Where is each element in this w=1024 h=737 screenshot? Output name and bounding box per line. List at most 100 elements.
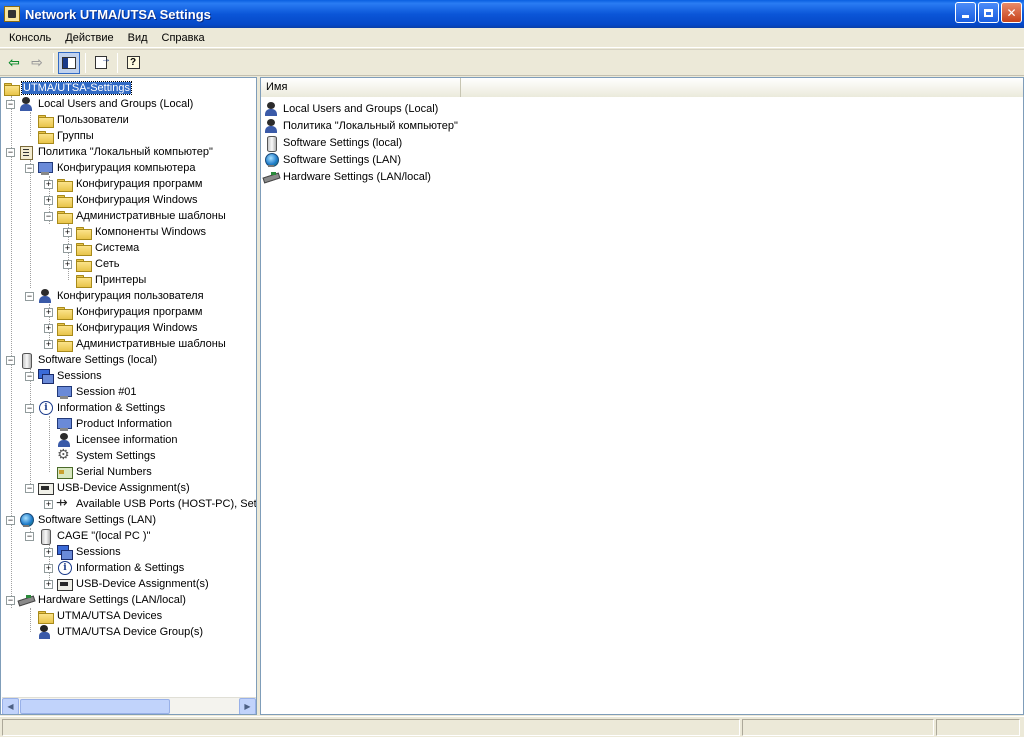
tree-item-session-01[interactable]: Session #01: [44, 384, 138, 400]
maximize-button[interactable]: [978, 2, 999, 23]
tree-item-cage-local-pc[interactable]: − CAGE "(local PC )": [25, 528, 151, 545]
expand-toggle[interactable]: +: [44, 195, 53, 205]
tree-item-system[interactable]: + Система: [63, 240, 140, 256]
tree-item-system-settings[interactable]: System Settings: [44, 447, 156, 464]
collapse-toggle[interactable]: −: [6, 515, 15, 525]
tree-item-user-software-config[interactable]: + Конфигурация программ: [44, 304, 203, 320]
tree-item-hardware-settings[interactable]: − Hardware Settings (LAN/local): [6, 592, 187, 608]
tree-item-windows-components[interactable]: + Компоненты Windows: [63, 224, 207, 240]
expand-toggle[interactable]: +: [44, 323, 53, 333]
collapse-toggle[interactable]: −: [25, 483, 34, 493]
column-header-name[interactable]: Имя: [261, 78, 461, 97]
tree-item-lan-sessions[interactable]: + Sessions: [44, 544, 122, 560]
toolbar-separator: [53, 52, 54, 73]
tree-item-groups[interactable]: Группы: [25, 128, 95, 144]
menu-help[interactable]: Справка: [155, 30, 212, 46]
list-pane[interactable]: Имя Local Users and Groups (Local) Полит…: [260, 77, 1024, 715]
folder-icon: [56, 176, 73, 192]
folder-icon: [75, 272, 92, 288]
menu-action[interactable]: Действие: [58, 30, 120, 46]
collapse-toggle[interactable]: −: [25, 403, 34, 413]
tree-item-sessions[interactable]: − Sessions: [25, 368, 103, 384]
close-button[interactable]: ✕: [1001, 2, 1022, 23]
expand-toggle[interactable]: +: [44, 499, 53, 509]
list-item[interactable]: Политика "Локальный компьютер": [263, 117, 459, 134]
tree-item-licensee-info[interactable]: Licensee information: [44, 432, 179, 448]
tree-pane[interactable]: UTMA/UTSA-Settings − Local Users and Gro…: [0, 77, 257, 715]
tree-item-label: USB-Device Assignment(s): [76, 578, 209, 590]
expand-toggle[interactable]: +: [63, 259, 72, 269]
users-icon: [18, 96, 34, 112]
disk-icon: [37, 528, 53, 545]
collapse-toggle[interactable]: −: [25, 371, 34, 381]
scroll-left-button[interactable]: ◀: [2, 698, 19, 714]
expand-toggle[interactable]: +: [44, 179, 53, 189]
tree-item-admin-templates[interactable]: − Административные шаблоны: [44, 208, 227, 224]
expand-toggle[interactable]: +: [63, 227, 72, 237]
folder-open-icon: [3, 80, 20, 96]
minimize-button[interactable]: [955, 2, 976, 23]
back-button[interactable]: ⇦: [3, 52, 25, 74]
tree-item-lan-info-settings[interactable]: + Information & Settings: [44, 560, 185, 576]
list-item[interactable]: Software Settings (local): [263, 134, 403, 152]
tree-item-usb-ports[interactable]: + Available USB Ports (HOST-PC), Sett: [44, 495, 256, 512]
title-bar[interactable]: Network UTMA/UTSA Settings ✕: [0, 0, 1024, 28]
tree-item-printers[interactable]: Принтеры: [63, 272, 147, 288]
help-button[interactable]: ?: [122, 52, 144, 74]
collapse-toggle[interactable]: −: [6, 99, 15, 109]
tree-root[interactable]: UTMA/UTSA-Settings: [3, 80, 132, 96]
tree-item-software-config[interactable]: + Конфигурация программ: [44, 176, 203, 192]
tree-item-label: UTMA/UTSA Device Group(s): [57, 626, 204, 638]
horizontal-scrollbar[interactable]: ◀ ▶: [2, 697, 256, 714]
tree-item-user-windows-config[interactable]: + Конфигурация Windows: [44, 320, 199, 336]
scrollbar-thumb[interactable]: [20, 699, 170, 714]
list-item[interactable]: Software Settings (LAN): [263, 151, 402, 168]
tree-item-product-info[interactable]: Product Information: [44, 416, 173, 432]
collapse-toggle[interactable]: −: [25, 163, 34, 173]
forward-button[interactable]: ⇨: [26, 52, 48, 74]
globe-icon: [263, 152, 279, 168]
scroll-right-icon: ▶: [244, 702, 251, 711]
tree-item-local-policy[interactable]: − Политика "Локальный компьютер": [6, 144, 214, 160]
export-list-button[interactable]: [90, 52, 112, 74]
tree-item-network[interactable]: + Сеть: [63, 256, 120, 272]
usb-device-icon: [37, 480, 54, 496]
expand-toggle[interactable]: +: [44, 307, 53, 317]
tree-item-serial-numbers[interactable]: Serial Numbers: [44, 464, 153, 480]
expand-toggle[interactable]: +: [44, 563, 53, 573]
tree-item-software-settings-lan[interactable]: − Software Settings (LAN): [6, 512, 157, 528]
tree-item-computer-config[interactable]: − Конфигурация компьютера: [25, 160, 196, 176]
list-item[interactable]: Hardware Settings (LAN/local): [263, 168, 432, 185]
collapse-toggle[interactable]: −: [6, 595, 15, 605]
collapse-toggle[interactable]: −: [25, 291, 34, 301]
tree-item-utma-device-groups[interactable]: UTMA/UTSA Device Group(s): [25, 624, 204, 640]
tree-item-usb-assignment[interactable]: − USB-Device Assignment(s): [25, 480, 191, 496]
app-icon[interactable]: [4, 6, 20, 22]
tree-item-label: Административные шаблоны: [76, 338, 226, 350]
menu-view[interactable]: Вид: [121, 30, 155, 46]
show-hide-tree-button[interactable]: [58, 51, 80, 74]
expand-toggle[interactable]: +: [44, 547, 53, 557]
gear-icon: [56, 447, 72, 464]
expand-toggle[interactable]: +: [63, 243, 72, 253]
expand-toggle[interactable]: +: [44, 579, 53, 589]
tree-item-lan-usb-assignment[interactable]: + USB-Device Assignment(s): [44, 576, 210, 592]
collapse-toggle[interactable]: −: [6, 355, 15, 365]
collapse-toggle[interactable]: −: [25, 531, 34, 541]
tree-item-utma-devices[interactable]: UTMA/UTSA Devices: [25, 608, 163, 624]
tree-item-user-config[interactable]: − Конфигурация пользователя: [25, 288, 205, 304]
tree-item-users[interactable]: Пользователи: [25, 112, 130, 128]
tree-item-local-users[interactable]: − Local Users and Groups (Local): [6, 96, 194, 112]
collapse-toggle[interactable]: −: [44, 211, 53, 221]
list-item[interactable]: Local Users and Groups (Local): [263, 100, 439, 117]
tree-item-info-settings[interactable]: − Information & Settings: [25, 400, 166, 416]
tree-item-windows-config[interactable]: + Конфигурация Windows: [44, 192, 199, 208]
expand-toggle[interactable]: +: [44, 339, 53, 349]
folder-icon: [56, 336, 73, 352]
scroll-right-button[interactable]: ▶: [239, 698, 256, 714]
tree-item-label: Система: [95, 242, 140, 254]
menu-console[interactable]: Консоль: [2, 30, 58, 46]
tree-item-software-settings-local[interactable]: − Software Settings (local): [6, 352, 158, 369]
collapse-toggle[interactable]: −: [6, 147, 15, 157]
tree-item-user-admin-templates[interactable]: + Административные шаблоны: [44, 336, 227, 352]
